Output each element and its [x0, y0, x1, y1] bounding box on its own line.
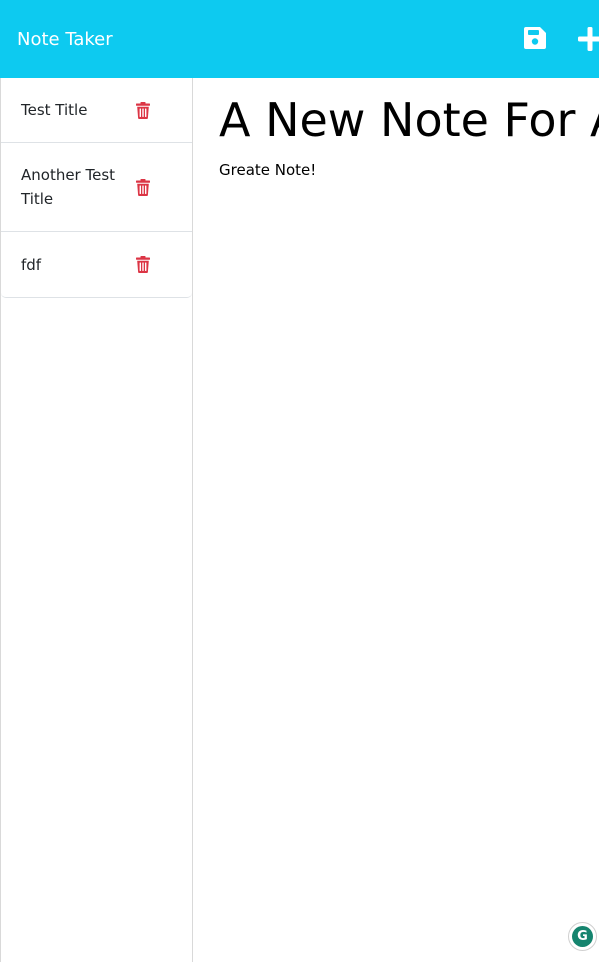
note-list: Test Title Another Test Title fdf [1, 78, 192, 298]
trash-icon[interactable] [136, 256, 150, 273]
plus-icon[interactable] [578, 27, 599, 51]
note-title[interactable]: Another Test Title [21, 163, 121, 211]
note-textarea[interactable]: Greate Note! [219, 160, 316, 180]
trash-icon[interactable] [136, 178, 150, 196]
trash-icon[interactable] [136, 101, 150, 119]
list-item[interactable]: Test Title [1, 78, 192, 143]
list-item[interactable]: Another Test Title [1, 143, 192, 232]
note-editor: A New Note For A Greate Note! [193, 78, 599, 962]
brand-title[interactable]: Note Taker [17, 28, 113, 52]
list-item[interactable]: fdf [1, 232, 192, 297]
floppy-disk-icon[interactable] [524, 27, 546, 49]
note-title[interactable]: Test Title [21, 98, 121, 122]
notes-sidebar: Test Title Another Test Title fdf [0, 78, 193, 962]
navbar: Note Taker [0, 0, 599, 78]
note-title-input[interactable]: A New Note For A [219, 92, 599, 148]
grammarly-button[interactable]: G [568, 922, 597, 951]
note-title[interactable]: fdf [21, 253, 121, 277]
grammarly-icon: G [572, 926, 593, 947]
